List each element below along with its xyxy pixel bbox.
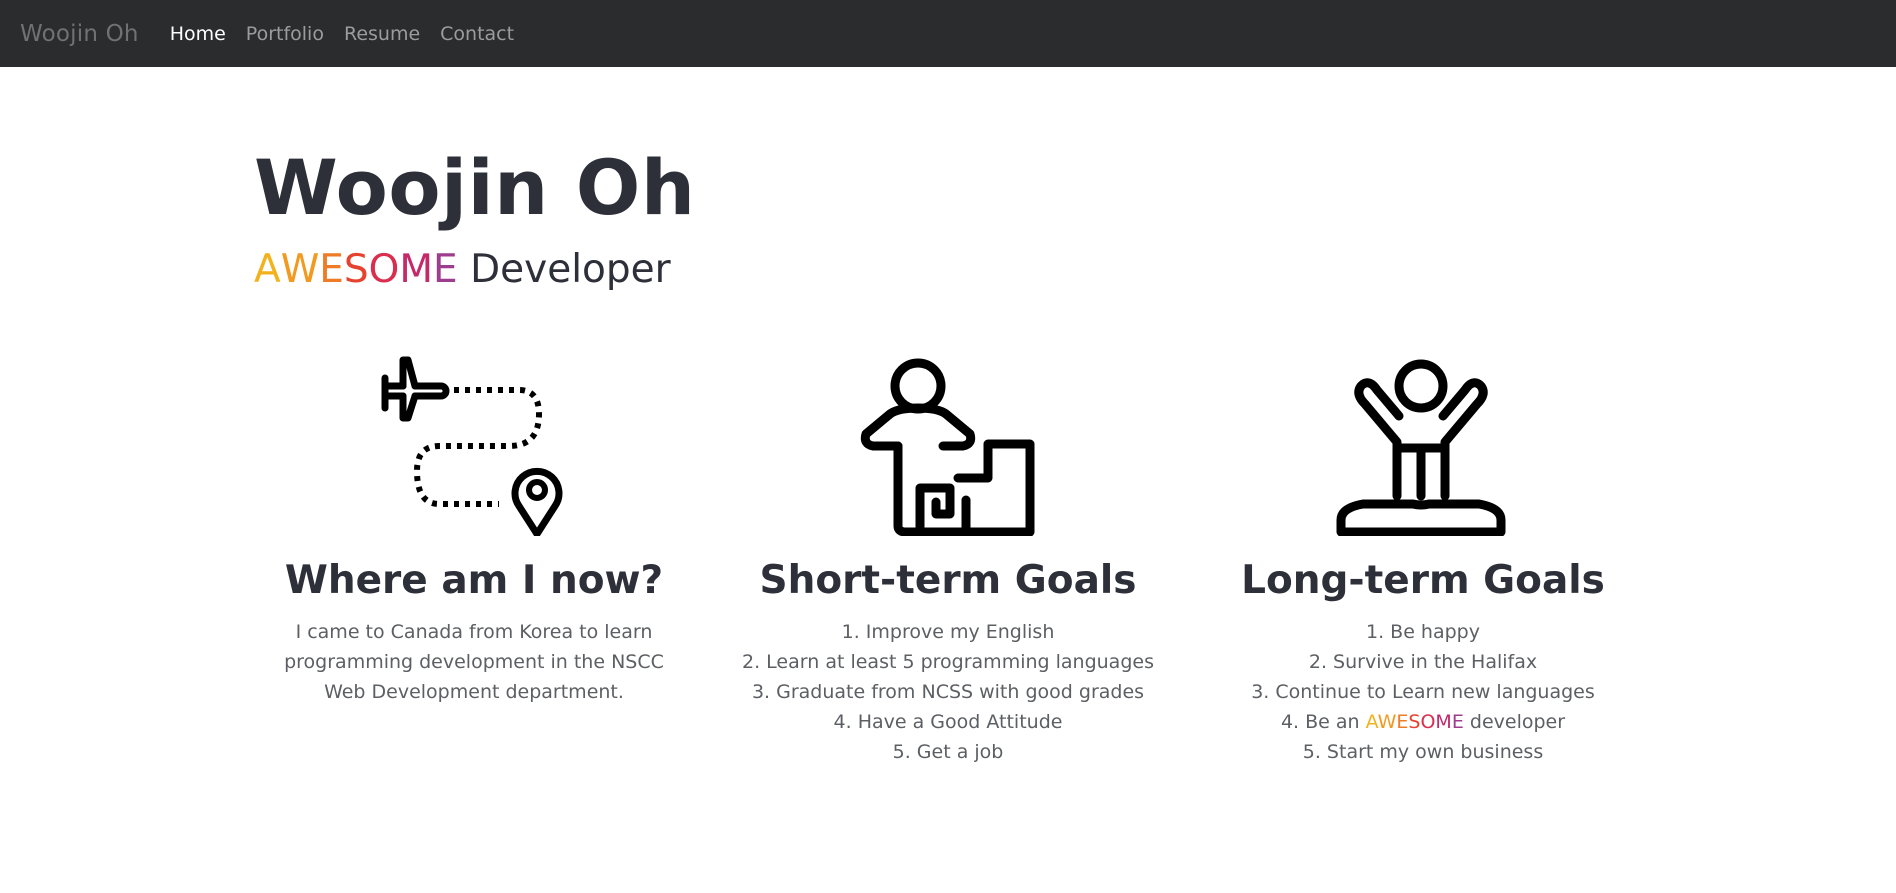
awesome-letter: O xyxy=(368,247,400,292)
awesome-letter: S xyxy=(343,247,369,292)
awesome-letter: E xyxy=(319,247,344,292)
awesome-letter: W xyxy=(280,247,320,292)
awesome-letter: E xyxy=(1396,710,1409,733)
person-arms-up-icon xyxy=(1203,356,1643,536)
body-line: Web Development department. xyxy=(324,680,624,703)
hero-subtitle: AWESOME Developer xyxy=(254,250,695,289)
goal-item: 3. Graduate from NCSS with good grades xyxy=(751,680,1145,703)
role-text: Developer xyxy=(470,247,671,292)
page-title: Woojin Oh xyxy=(254,143,696,232)
goal-item: 2. Survive in the Halifax xyxy=(1308,650,1538,673)
plane-route-icon xyxy=(254,356,694,536)
column-title: Where am I now? xyxy=(284,558,664,603)
nav-link-contact[interactable]: Contact xyxy=(440,23,514,45)
goal-item: 4. Be an AWESOME developer xyxy=(1203,707,1643,737)
body-line: I came to Canada from Korea to learn xyxy=(295,620,653,643)
goal-item: 5. Get a job xyxy=(892,740,1004,763)
awesome-letter: S xyxy=(1408,710,1421,733)
awesome-letter: O xyxy=(1420,710,1436,733)
column-body: I came to Canada from Korea to learn pro… xyxy=(264,617,684,707)
nav-link-home[interactable]: Home xyxy=(170,23,226,45)
person-maze-icon xyxy=(728,356,1168,536)
goal-suffix: developer xyxy=(1469,710,1566,733)
where-am-i-column: Where am I now? I came to Canada from Ko… xyxy=(254,356,694,707)
awesome-letter: W xyxy=(1377,710,1397,733)
goal-item: 1. Be happy xyxy=(1366,620,1480,643)
body-line: programming development in the NSCC xyxy=(284,650,664,673)
awesome-word: AWESOME xyxy=(254,247,470,292)
awesome-letter: A xyxy=(254,247,281,292)
column-body: 1. Improve my English 2. Learn at least … xyxy=(728,617,1168,767)
goal-item: 2. Learn at least 5 programming language… xyxy=(742,650,1154,673)
nav-link-resume[interactable]: Resume xyxy=(344,23,420,45)
short-term-goals-column: Short-term Goals 1. Improve my English 2… xyxy=(728,356,1168,767)
awesome-letter: M xyxy=(399,247,434,292)
goal-item: 4. Have a Good Attitude xyxy=(833,710,1063,733)
awesome-letter: E xyxy=(1451,710,1464,733)
awesome-letter: E xyxy=(433,247,458,292)
awesome-letter: A xyxy=(1365,710,1378,733)
goal-prefix: 4. Be an xyxy=(1280,710,1360,733)
goal-item: 3. Continue to Learn new languages xyxy=(1251,680,1595,703)
goal-item: 1. Improve my English xyxy=(841,620,1055,643)
column-title: Short-term Goals xyxy=(759,558,1137,603)
column-body: 1. Be happy 2. Survive in the Halifax 3.… xyxy=(1203,617,1643,767)
top-navbar: Woojin Oh Home Portfolio Resume Contact xyxy=(0,0,1896,67)
awesome-letter: M xyxy=(1435,710,1452,733)
long-term-goals-column: Long-term Goals 1. Be happy 2. Survive i… xyxy=(1203,356,1643,767)
awesome-word: AWESOME xyxy=(1366,711,1464,733)
nav-link-portfolio[interactable]: Portfolio xyxy=(246,23,324,45)
goal-item: 5. Start my own business xyxy=(1302,740,1544,763)
brand-link[interactable]: Woojin Oh xyxy=(20,21,139,47)
column-title: Long-term Goals xyxy=(1241,558,1605,603)
hero-section: Woojin Oh AWESOME Developer xyxy=(254,143,696,290)
